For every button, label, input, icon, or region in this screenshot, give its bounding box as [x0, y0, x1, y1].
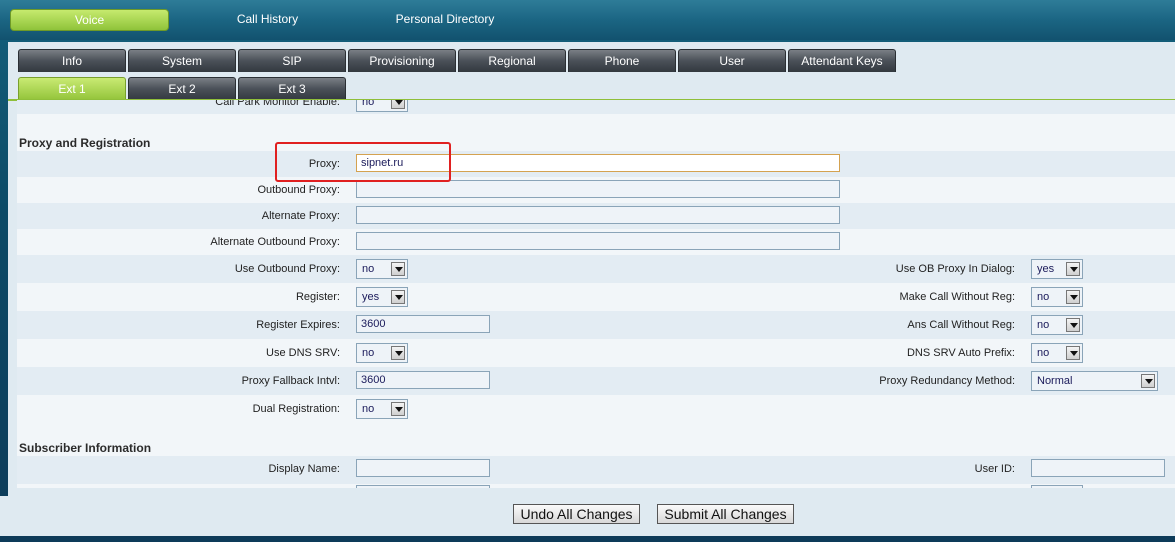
tab-ext-2[interactable]: Ext 2	[128, 77, 236, 100]
ans-call-without-reg-select[interactable]: no	[1031, 315, 1083, 335]
chevron-down-icon	[391, 402, 405, 416]
dual-registration-select[interactable]: no	[356, 399, 408, 419]
use-dns-srv-select[interactable]: no	[356, 343, 408, 363]
use-outbound-proxy-select[interactable]: no	[356, 259, 408, 279]
use-outbound-proxy-label: Use Outbound Proxy:	[234, 263, 340, 275]
chevron-down-icon	[1066, 346, 1080, 360]
user-id-label: User ID:	[974, 463, 1015, 475]
button-bar: Undo All Changes Submit All Changes	[0, 496, 1175, 536]
dns-srv-auto-prefix-label: DNS SRV Auto Prefix:	[906, 347, 1015, 359]
dns-srv-auto-prefix-select[interactable]: no	[1031, 343, 1083, 363]
tab-attendant-keys[interactable]: Attendant Keys	[788, 49, 896, 72]
chevron-down-icon	[391, 290, 405, 304]
alternate-proxy-label: Alternate Proxy:	[261, 210, 340, 222]
chevron-down-icon	[1066, 262, 1080, 276]
proxy-fallback-intvl-input[interactable]: 3600	[356, 371, 490, 389]
proxy-redundancy-method-select[interactable]: Normal	[1031, 371, 1158, 391]
undo-all-changes-button[interactable]: Undo All Changes	[513, 504, 640, 524]
proxy-fallback-intvl-label: Proxy Fallback Intvl:	[241, 375, 340, 387]
make-call-without-reg-select[interactable]: no	[1031, 287, 1083, 307]
submit-all-changes-button[interactable]: Submit All Changes	[657, 504, 794, 524]
chevron-down-icon	[391, 346, 405, 360]
display-name-input[interactable]	[356, 459, 490, 477]
user-id-input[interactable]	[1031, 459, 1165, 477]
outbound-proxy-label: Outbound Proxy:	[257, 184, 340, 196]
tab-regional[interactable]: Regional	[458, 49, 566, 72]
tab-phone[interactable]: Phone	[568, 49, 676, 72]
alternate-outbound-proxy-input[interactable]	[356, 232, 840, 250]
register-select[interactable]: yes	[356, 287, 408, 307]
tab-user[interactable]: User	[678, 49, 786, 72]
use-dns-srv-label: Use DNS SRV:	[266, 347, 340, 359]
display-name-label: Display Name:	[268, 463, 340, 475]
tab-ext-1[interactable]: Ext 1	[18, 77, 126, 100]
chevron-down-icon	[391, 262, 405, 276]
chevron-down-icon	[1141, 374, 1155, 388]
register-label: Register:	[295, 291, 340, 303]
partial-input-right[interactable]	[1031, 485, 1083, 488]
bottom-edge	[0, 536, 1175, 542]
use-ob-proxy-in-dialog-label: Use OB Proxy In Dialog:	[895, 263, 1015, 275]
tab-ext-3[interactable]: Ext 3	[238, 77, 346, 100]
annotation-highlight-box	[275, 142, 451, 182]
make-call-without-reg-label: Make Call Without Reg:	[899, 291, 1015, 303]
tab-voice[interactable]: Voice	[10, 9, 169, 31]
section-title-subscriber: Subscriber Information	[19, 441, 152, 455]
ans-call-without-reg-label: Ans Call Without Reg:	[907, 319, 1015, 331]
section-title-proxy: Proxy and Registration	[19, 136, 151, 150]
alternate-proxy-input[interactable]	[356, 206, 840, 224]
tab-call-history[interactable]: Call History	[200, 9, 335, 29]
settings-panel: Call Park Monitor Enable: no Proxy and R…	[17, 100, 1175, 488]
tab-system[interactable]: System	[128, 49, 236, 72]
tab-personal-directory[interactable]: Personal Directory	[370, 9, 520, 29]
register-expires-input[interactable]: 3600	[356, 315, 490, 333]
call-park-monitor-select[interactable]: no	[356, 100, 408, 112]
dual-registration-label: Dual Registration:	[252, 403, 340, 415]
chevron-down-icon	[391, 100, 405, 109]
call-park-monitor-label: Call Park Monitor Enable:	[215, 100, 340, 108]
top-nav: Voice Call History Personal Directory	[0, 0, 1175, 40]
use-ob-proxy-in-dialog-select[interactable]: yes	[1031, 259, 1083, 279]
chevron-down-icon	[1066, 318, 1080, 332]
alternate-outbound-proxy-label: Alternate Outbound Proxy:	[210, 236, 340, 248]
tab-sip[interactable]: SIP	[238, 49, 346, 72]
register-expires-label: Register Expires:	[256, 319, 340, 331]
proxy-redundancy-method-label: Proxy Redundancy Method:	[879, 375, 1015, 387]
tab-provisioning[interactable]: Provisioning	[348, 49, 456, 72]
chevron-down-icon	[1066, 290, 1080, 304]
partial-input[interactable]	[356, 485, 490, 488]
tab-info[interactable]: Info	[18, 49, 126, 72]
outbound-proxy-input[interactable]	[356, 180, 840, 198]
